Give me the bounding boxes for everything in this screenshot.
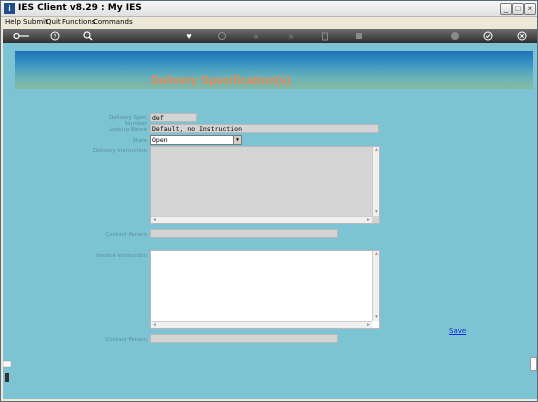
lookup-name-field[interactable]: Default, no Instruction: [150, 124, 379, 133]
delivery-horizontal-scrollbar[interactable]: ◄ ►: [151, 216, 372, 223]
menu-help[interactable]: Help: [5, 18, 21, 26]
scroll-up-icon[interactable]: ▲: [373, 147, 380, 154]
globe-icon[interactable]: [450, 31, 460, 41]
left-side-strip: [2, 357, 12, 387]
invoice-horizontal-scrollbar[interactable]: ◄ ►: [151, 321, 372, 328]
title-bar[interactable]: i IES Client v8.29 : My IES _ □ ×: [1, 1, 537, 17]
fast-forward-icon[interactable]: »: [286, 31, 296, 41]
scroll-down-icon[interactable]: ▼: [373, 314, 380, 321]
search-icon[interactable]: [83, 31, 93, 41]
lookup-name-label: Lookup Name: [109, 127, 147, 133]
invoice-vertical-scrollbar[interactable]: ▲ ▼: [372, 251, 379, 321]
page-title: Delivery Specification(s): [151, 73, 291, 87]
delivery-spec-number-field[interactable]: def: [150, 113, 197, 122]
delivery-vertical-scrollbar[interactable]: ▲ ▼: [372, 147, 379, 216]
close-button[interactable]: ×: [524, 3, 536, 15]
contact-person-field[interactable]: [150, 229, 338, 238]
heart-icon[interactable]: ♥: [184, 31, 194, 41]
invoice-instruction-textarea[interactable]: ▲ ▼ ◄ ►: [150, 250, 380, 329]
minimize-button[interactable]: _: [500, 3, 512, 15]
rewind-icon[interactable]: «: [251, 31, 261, 41]
invoice-instruction-label: Invoice Instruction: [96, 253, 147, 259]
delivery-instruction-label: Delivery Instruction: [92, 148, 147, 154]
key-icon[interactable]: [13, 31, 31, 41]
contact-person-label: Contact Person: [105, 337, 147, 343]
stop-icon[interactable]: [354, 31, 364, 41]
state-label: State: [132, 138, 147, 144]
scroll-left-icon[interactable]: ◄: [151, 217, 158, 224]
toolbar: ? ♥ « »: [3, 29, 537, 43]
menu-quit[interactable]: Quit: [46, 18, 61, 26]
app-window: i IES Client v8.29 : My IES _ □ × Help S…: [0, 0, 538, 402]
close-icon[interactable]: [517, 31, 527, 41]
scroll-right-icon[interactable]: ►: [365, 322, 372, 329]
chevron-down-icon[interactable]: ▼: [233, 136, 241, 144]
help-icon[interactable]: ?: [50, 31, 60, 41]
contact-person-label: Contact Person: [105, 232, 147, 238]
content-area: Delivery Specification(s) Delivery Spec …: [3, 43, 537, 399]
check-icon[interactable]: [483, 31, 493, 41]
scroll-left-icon[interactable]: ◄: [151, 322, 158, 329]
contact-person-field[interactable]: [150, 334, 338, 343]
menu-bar: Help Submit Quit Functions Commands: [1, 17, 537, 29]
menu-submit[interactable]: Submit: [23, 18, 48, 26]
delivery-instruction-textarea[interactable]: ▲ ▼ ◄ ►: [150, 146, 380, 224]
menu-functions[interactable]: Functions: [62, 18, 95, 26]
page-banner: Delivery Specification(s): [15, 51, 533, 89]
refresh-icon[interactable]: [217, 31, 227, 41]
page-scroll-handle[interactable]: [530, 357, 537, 371]
maximize-button[interactable]: □: [512, 3, 524, 15]
delivery-spec-number-label: Delivery Spec Number: [109, 115, 147, 127]
app-icon: i: [4, 3, 15, 14]
scroll-up-icon[interactable]: ▲: [373, 251, 380, 258]
window-title: IES Client v8.29 : My IES: [18, 3, 142, 13]
state-select-value: Open: [152, 136, 168, 144]
scroll-right-icon[interactable]: ►: [365, 217, 372, 224]
trash-icon[interactable]: [320, 31, 330, 41]
scroll-down-icon[interactable]: ▼: [373, 209, 380, 216]
menu-commands[interactable]: Commands: [93, 18, 133, 26]
state-select[interactable]: Open ▼: [150, 135, 242, 145]
svg-text:?: ?: [53, 34, 56, 41]
save-link[interactable]: Save: [449, 327, 466, 335]
